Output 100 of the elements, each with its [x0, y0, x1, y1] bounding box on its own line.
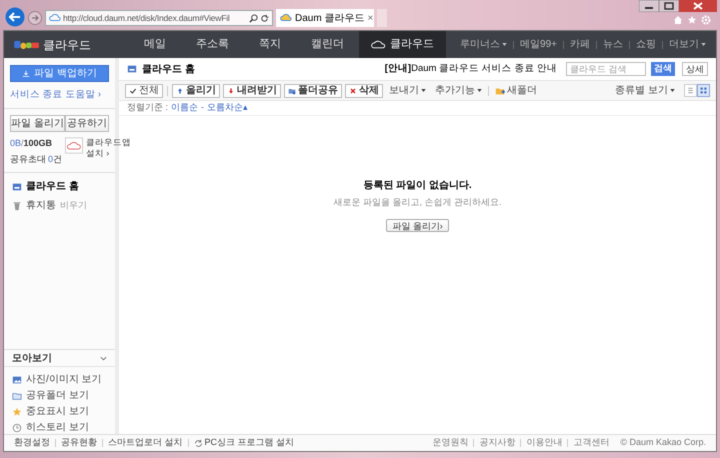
forward-button[interactable]: [28, 11, 42, 25]
sync-icon: [194, 438, 203, 448]
page-title: 클라우드 홈: [142, 62, 195, 76]
copyright-text: © Daum Kakao Corp.: [620, 436, 706, 450]
nav-link[interactable]: 루미너스: [460, 37, 508, 52]
caret-icon: [421, 89, 426, 92]
toolbar-button[interactable]: 올리기: [172, 84, 220, 98]
tree-item-label: 클라우드 홈: [26, 180, 79, 194]
url-text: http://cloud.daum.net/disk/Index.daum#ViewFil: [63, 12, 231, 24]
upload-icon: [176, 86, 184, 94]
nav-tab[interactable]: 캘린더: [296, 31, 359, 58]
sort-option[interactable]: 오름차순▴: [207, 101, 248, 115]
caret-icon: [670, 89, 675, 92]
daum-logo-icon[interactable]: [14, 39, 40, 50]
storage-total: 100GB: [24, 137, 52, 150]
folder-tree-item[interactable]: 휴지통 비우기: [12, 198, 107, 214]
back-button[interactable]: [5, 7, 25, 27]
view-type-dropdown[interactable]: 종류별 보기: [615, 83, 675, 98]
browser-tab[interactable]: Daum 클라우드 ×: [276, 9, 374, 27]
list-view-button[interactable]: [684, 84, 697, 97]
delete-icon: [349, 86, 357, 94]
folder-tree-item[interactable]: 클라우드 홈: [12, 179, 107, 194]
footer-link[interactable]: 환경설정: [14, 436, 50, 450]
collection-item[interactable]: 공유폴더 보기: [12, 388, 107, 403]
collection-item-label: 공유폴더 보기: [26, 389, 89, 403]
backup-button[interactable]: 파일 백업하기: [10, 65, 109, 82]
toolbar-button[interactable]: 전체: [125, 84, 163, 98]
refresh-icon[interactable]: [260, 14, 269, 22]
storage-used: 0B: [10, 137, 22, 150]
invite-count: 0: [48, 152, 54, 166]
collection-item[interactable]: 히스토리 보기: [12, 420, 107, 435]
notice-link[interactable]: [안내]Daum 클라우드 서비스 종료 안내: [384, 62, 557, 76]
collection-item-label: 사진/이미지 보기: [26, 373, 102, 387]
footer-link[interactable]: 이용안내: [526, 436, 562, 450]
share-icon: [288, 86, 296, 94]
service-logo-text[interactable]: 클라우드: [43, 36, 91, 54]
nav-link[interactable]: 더보기: [669, 37, 706, 52]
collection-item[interactable]: 중요표시 보기: [12, 404, 107, 419]
search-field[interactable]: 클라우드 검색: [566, 62, 646, 76]
collection-item[interactable]: 사진/이미지 보기: [12, 372, 107, 387]
nav-link[interactable]: 카페: [570, 37, 590, 52]
upload-file-button[interactable]: 파일 올리기›: [386, 218, 449, 232]
list-icon: [686, 86, 695, 95]
empty-subtitle: 새로운 파일을 올리고, 손쉽게 관리하세요.: [333, 196, 502, 209]
cloud-home-icon: [12, 182, 22, 192]
app-icon[interactable]: [65, 137, 84, 154]
empty-title: 등록된 파일이 없습니다.: [363, 179, 472, 193]
action-button[interactable]: 공유하기: [64, 115, 109, 132]
minimize-button[interactable]: [639, 0, 659, 12]
star-icon: [12, 406, 22, 416]
chevron-icon: [100, 356, 107, 360]
dropdown-button[interactable]: 보내기: [386, 83, 429, 98]
footer-link[interactable]: 스마트업로더 설치: [108, 436, 183, 450]
footer-link[interactable]: 공유현황: [61, 436, 97, 450]
maximize-button[interactable]: [659, 0, 679, 12]
sort-option[interactable]: 이름순: [171, 101, 198, 115]
photo-icon: [12, 374, 22, 384]
app-install-link[interactable]: 설치 ›: [86, 148, 132, 160]
caret-icon: [701, 43, 706, 46]
close-tab-button[interactable]: ×: [367, 10, 374, 26]
detail-search-button[interactable]: 상세: [682, 62, 708, 76]
address-bar[interactable]: http://cloud.daum.net/disk/Index.daum#ViewFil: [45, 10, 273, 26]
app-install-link[interactable]: 클라우드앱: [86, 137, 132, 148]
nav-link[interactable]: 메일99+: [520, 37, 557, 52]
search-icon[interactable]: [249, 14, 258, 22]
dropdown-button[interactable]: 추가기능: [432, 83, 485, 98]
nav-link[interactable]: 쇼핑: [636, 37, 656, 52]
action-button[interactable]: 파일 올리기: [10, 115, 65, 132]
toolbar-button[interactable]: 삭제: [345, 84, 383, 98]
toolbar-button[interactable]: 폴더공유: [284, 84, 342, 98]
invite-unit: 건: [53, 152, 62, 166]
home-icon[interactable]: [673, 15, 683, 25]
search-button[interactable]: 검색: [651, 62, 675, 76]
settings-icon[interactable]: [701, 15, 711, 25]
check-icon: [129, 86, 137, 94]
footer-link[interactable]: PC싱크 프로그램 설치: [194, 436, 294, 450]
footer-link[interactable]: 공지사항: [479, 436, 516, 450]
nav-tab[interactable]: 주소록: [181, 31, 244, 58]
nav-link[interactable]: 뉴스: [603, 37, 623, 52]
close-button[interactable]: [679, 0, 717, 12]
cloud-home-icon: [127, 64, 137, 74]
collection-item-label: 중요표시 보기: [26, 405, 89, 419]
footer-link[interactable]: 고객센터: [573, 436, 610, 450]
grid-view-button[interactable]: [697, 84, 710, 97]
sort-separator: -: [201, 101, 204, 114]
favorites-icon[interactable]: [687, 15, 697, 25]
collection-header[interactable]: 모아보기: [4, 350, 115, 367]
nav-tab[interactable]: 메일: [129, 31, 181, 58]
new-folder-button[interactable]: 새폴더: [492, 83, 540, 98]
nav-tab[interactable]: 클라우드: [359, 31, 446, 58]
footer-link[interactable]: 운영원칙: [432, 436, 468, 450]
nav-tab[interactable]: 쪽지: [244, 31, 296, 58]
trash-icon: [12, 200, 22, 211]
toolbar-button[interactable]: 내려받기: [223, 84, 281, 98]
cloud-icon: [49, 14, 61, 22]
invite-label: 공유초대: [10, 152, 46, 166]
folder-icon: [12, 390, 22, 400]
collection-title: 모아보기: [12, 352, 52, 366]
help-link[interactable]: 서비스 종료 도움말 ›: [10, 88, 109, 102]
collection-item-label: 히스토리 보기: [26, 421, 89, 435]
